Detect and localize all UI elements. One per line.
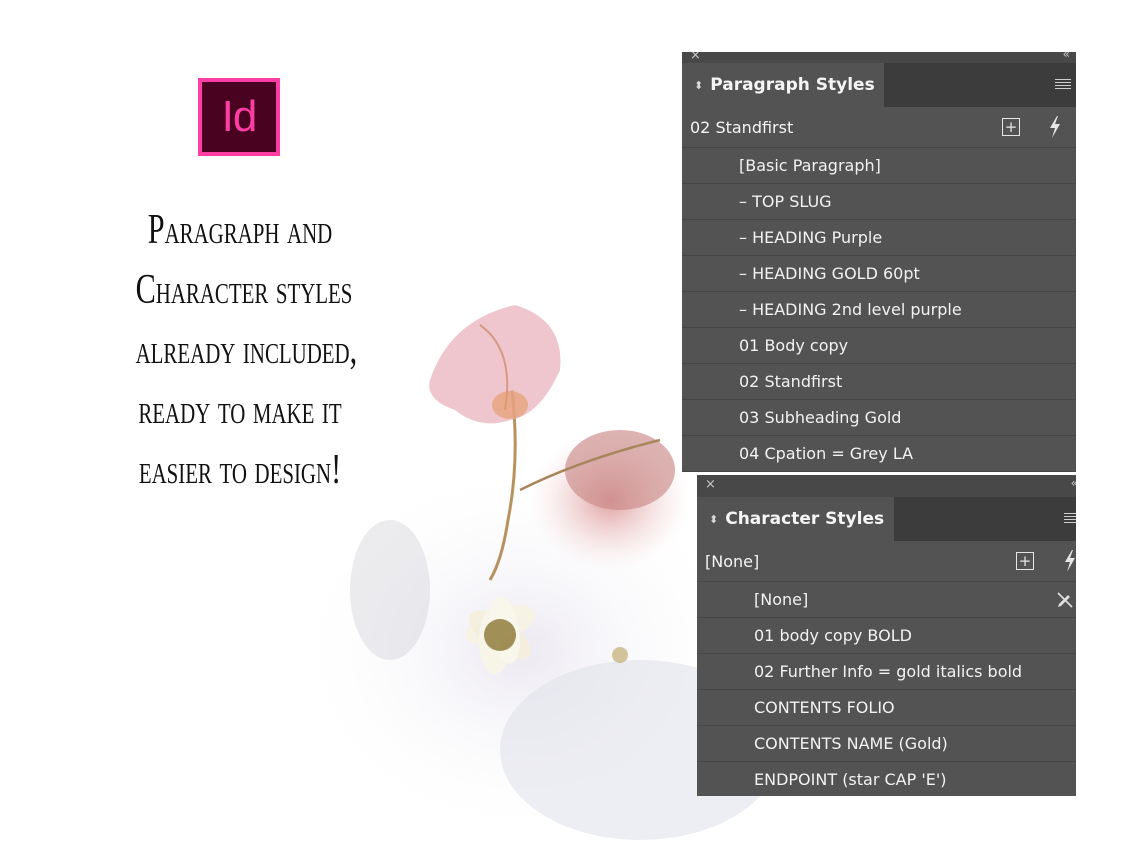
paragraph-style-list: [Basic Paragraph] – TOP SLUG – HEADING P… xyxy=(682,148,1076,472)
panel-titlebar[interactable]: × « xyxy=(697,475,1076,497)
list-item[interactable]: CONTENTS FOLIO xyxy=(697,690,1076,726)
menu-icon[interactable] xyxy=(1055,79,1071,91)
menu-icon[interactable] xyxy=(1064,513,1076,525)
current-style-name: [None] xyxy=(705,551,760,571)
tab-paragraph-styles[interactable]: ⬍ Paragraph Styles xyxy=(682,63,884,107)
panel-title: Character Styles xyxy=(725,509,885,529)
style-name: [Basic Paragraph] xyxy=(739,156,881,175)
style-name: – HEADING 2nd level purple xyxy=(739,300,962,319)
style-name: CONTENTS NAME (Gold) xyxy=(754,734,948,753)
lightning-icon[interactable] xyxy=(1048,116,1062,138)
style-name: 01 body copy BOLD xyxy=(754,626,912,645)
character-styles-panel: × « ⬍ Character Styles [None] + [None] 0… xyxy=(697,475,1076,796)
collapse-icon[interactable]: « xyxy=(1071,476,1076,490)
style-name: CONTENTS FOLIO xyxy=(754,698,895,717)
list-item[interactable]: ENDPOINT (star CAP 'E') xyxy=(697,762,1076,796)
list-item[interactable]: 03 Subheading Gold xyxy=(682,400,1076,436)
style-name: – TOP SLUG xyxy=(739,192,832,211)
pencil-slash-icon xyxy=(1057,592,1073,608)
list-item[interactable]: 01 body copy BOLD xyxy=(697,618,1076,654)
collapse-icon[interactable]: « xyxy=(1063,52,1070,61)
new-style-icon[interactable]: + xyxy=(1002,118,1020,136)
style-name: ENDPOINT (star CAP 'E') xyxy=(754,770,947,789)
indesign-logo: Id xyxy=(198,78,280,156)
style-name: 01 Body copy xyxy=(739,336,849,355)
list-item[interactable]: [Basic Paragraph] xyxy=(682,148,1076,184)
list-item[interactable]: – HEADING 2nd level purple xyxy=(682,292,1076,328)
current-style-name: 02 Standfirst xyxy=(690,117,794,137)
style-name: – HEADING GOLD 60pt xyxy=(739,264,920,283)
list-item[interactable]: 01 Body copy xyxy=(682,328,1076,364)
list-item[interactable]: – HEADING GOLD 60pt xyxy=(682,256,1076,292)
style-name: [None] xyxy=(754,590,809,609)
lightning-icon[interactable] xyxy=(1063,550,1076,572)
style-name: 04 Cpation = Grey LA xyxy=(739,444,914,463)
close-icon[interactable]: × xyxy=(705,477,716,492)
list-item[interactable]: 04 Cpation = Grey LA xyxy=(682,436,1076,472)
list-item[interactable]: 02 Further Info = gold italics bold xyxy=(697,654,1076,690)
panel-title: Paragraph Styles xyxy=(710,75,875,95)
style-name: 02 Standfirst xyxy=(739,372,843,391)
up-down-arrows-icon: ⬍ xyxy=(694,78,704,92)
list-item[interactable]: 02 Standfirst xyxy=(682,364,1076,400)
style-name: 02 Further Info = gold italics bold xyxy=(754,662,1023,681)
character-style-list: [None] 01 body copy BOLD 02 Further Info… xyxy=(697,582,1076,796)
style-name: – HEADING Purple xyxy=(739,228,883,247)
logo-text: Id xyxy=(221,92,258,141)
current-style-row: [None] + xyxy=(697,541,1076,582)
paragraph-styles-panel: × « ⬍ Paragraph Styles 02 Standfirst + [… xyxy=(682,52,1076,472)
style-name: 03 Subheading Gold xyxy=(739,408,902,427)
new-style-icon[interactable]: + xyxy=(1016,552,1034,570)
close-icon[interactable]: × xyxy=(690,52,701,63)
list-item[interactable]: [None] xyxy=(697,582,1076,618)
tab-character-styles[interactable]: ⬍ Character Styles xyxy=(697,497,894,541)
current-style-row: 02 Standfirst + xyxy=(682,107,1076,148)
panel-titlebar[interactable]: × « xyxy=(682,52,1076,63)
list-item[interactable]: – TOP SLUG xyxy=(682,184,1076,220)
list-item[interactable]: CONTENTS NAME (Gold) xyxy=(697,726,1076,762)
up-down-arrows-icon: ⬍ xyxy=(709,512,719,526)
list-item[interactable]: – HEADING Purple xyxy=(682,220,1076,256)
panel-tab-bar: ⬍ Character Styles xyxy=(697,497,1076,541)
panel-tab-bar: ⬍ Paragraph Styles xyxy=(682,63,1076,107)
